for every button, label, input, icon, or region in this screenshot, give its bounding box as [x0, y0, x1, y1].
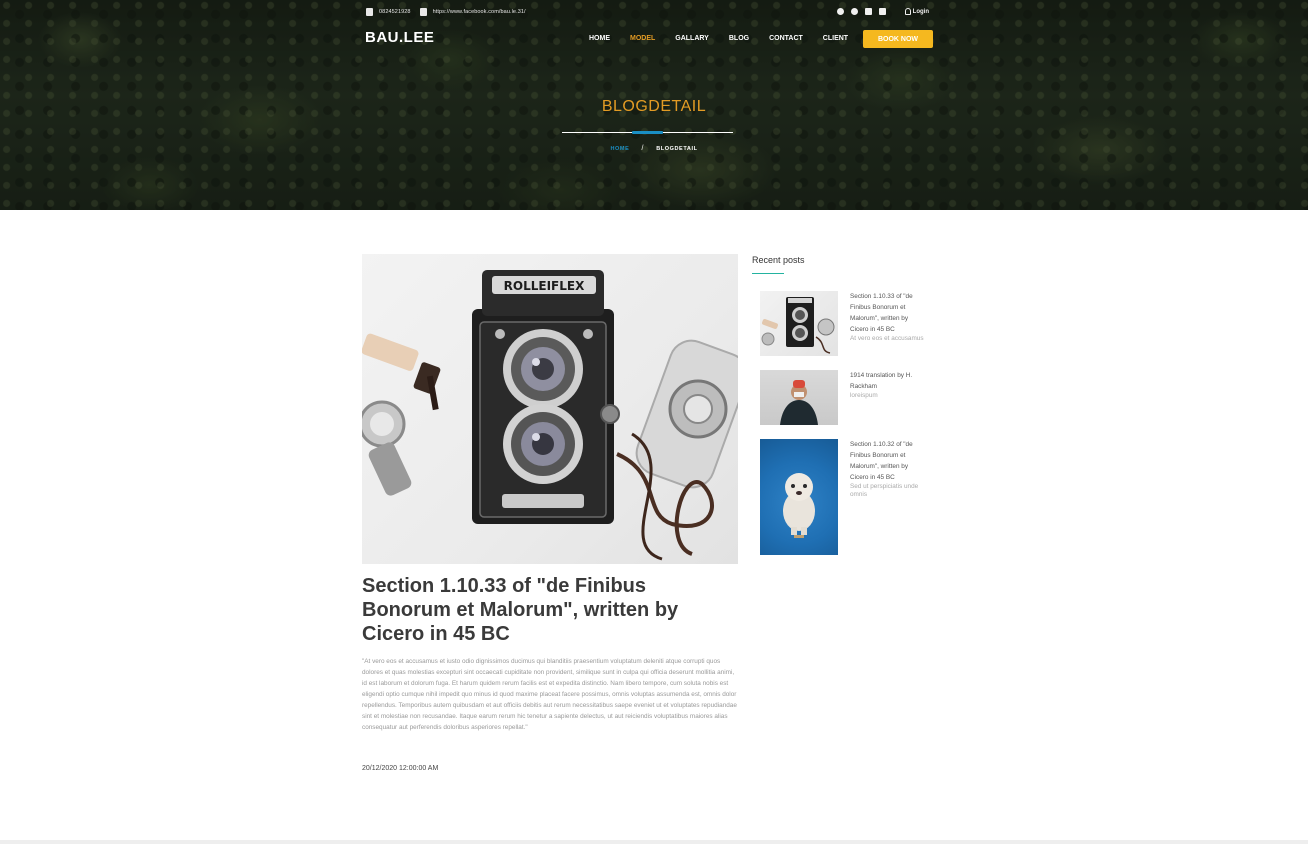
- hero-banner: 0824521928 https://www.facebook.com/bau.…: [0, 0, 1308, 210]
- person-thumbnail: [780, 380, 818, 425]
- breadcrumb-separator: /: [641, 145, 645, 152]
- camera-thumbnail: [761, 297, 835, 354]
- facebook-link[interactable]: https://www.facebook.com/bau.le.31/: [433, 9, 526, 15]
- top-bar: 0824521928 https://www.facebook.com/bau.…: [366, 8, 933, 20]
- recent-post-item[interactable]: Section 1.10.33 of "de Finibus Bonorum e…: [760, 291, 935, 357]
- recent-post-item[interactable]: Section 1.10.32 of "de Finibus Bonorum e…: [760, 439, 935, 555]
- contact-info: 0824521928 https://www.facebook.com/bau.…: [366, 8, 526, 16]
- nav-blog[interactable]: BLOG: [729, 35, 749, 42]
- site-logo[interactable]: BAU.LEE: [365, 29, 434, 46]
- recent-post-item[interactable]: 1914 translation by H. Rackham loreispum: [760, 370, 935, 426]
- login-label: Login: [912, 8, 929, 15]
- recent-post-desc: Sed ut perspiciatis unde omnis: [850, 483, 919, 498]
- post-image: ROLLEIFLEX: [362, 254, 738, 564]
- envelope-icon: [419, 8, 427, 16]
- breadcrumb: HOME / BLOGDETAIL: [0, 145, 1308, 152]
- linkedin-icon[interactable]: [864, 8, 872, 15]
- recent-post-thumbnail[interactable]: [760, 370, 838, 425]
- footer-divider: [0, 840, 1308, 844]
- recent-post-thumbnail[interactable]: [760, 291, 838, 356]
- dribbble-icon[interactable]: [850, 8, 858, 15]
- recent-posts-title: Recent posts: [752, 255, 805, 265]
- facebook-icon[interactable]: [836, 8, 844, 15]
- recent-post-desc: At vero eos et accusamus: [850, 335, 924, 342]
- recent-post-thumbnail[interactable]: [760, 439, 838, 555]
- breadcrumb-current: BLOGDETAIL: [656, 146, 698, 152]
- camera-illustration: ROLLEIFLEX: [362, 270, 738, 561]
- login-link[interactable]: Login: [904, 8, 929, 15]
- recent-post-desc: loreispum: [850, 392, 878, 399]
- nav-model[interactable]: MODEL: [630, 35, 655, 42]
- post-body: "At vero eos et accusamus et iusto odio …: [362, 658, 737, 731]
- main-nav: HOME MODEL GALLARY BLOG CONTACT CLIENT: [589, 35, 868, 42]
- dog-thumbnail: [783, 473, 815, 538]
- nav-gallary[interactable]: GALLARY: [675, 35, 709, 42]
- user-icon: [904, 8, 911, 15]
- page-title: BLOGDETAIL: [601, 98, 707, 115]
- post-title: Section 1.10.33 of "de Finibus Bonorum e…: [362, 575, 679, 645]
- recent-post-title[interactable]: 1914 translation by H. Rackham: [850, 370, 925, 392]
- recent-post-title[interactable]: Section 1.10.32 of "de Finibus Bonorum e…: [850, 439, 925, 483]
- book-now-button[interactable]: BOOK NOW: [863, 30, 933, 48]
- youtube-icon[interactable]: [878, 8, 886, 15]
- phone-number: 0824521928: [379, 9, 411, 15]
- nav-contact[interactable]: CONTACT: [769, 35, 803, 42]
- nav-home[interactable]: HOME: [589, 35, 610, 42]
- post-date: 20/12/2020 12:00:00 AM: [362, 765, 439, 772]
- phone-icon: [366, 8, 373, 16]
- social-links: Login: [836, 8, 929, 15]
- recent-post-title[interactable]: Section 1.10.33 of "de Finibus Bonorum e…: [850, 291, 925, 335]
- camera-brand: ROLLEIFLEX: [504, 279, 585, 293]
- recent-posts-underline: [752, 273, 784, 274]
- title-underline-accent: [632, 131, 663, 134]
- nav-client[interactable]: CLIENT: [823, 35, 848, 42]
- breadcrumb-home[interactable]: HOME: [610, 146, 629, 152]
